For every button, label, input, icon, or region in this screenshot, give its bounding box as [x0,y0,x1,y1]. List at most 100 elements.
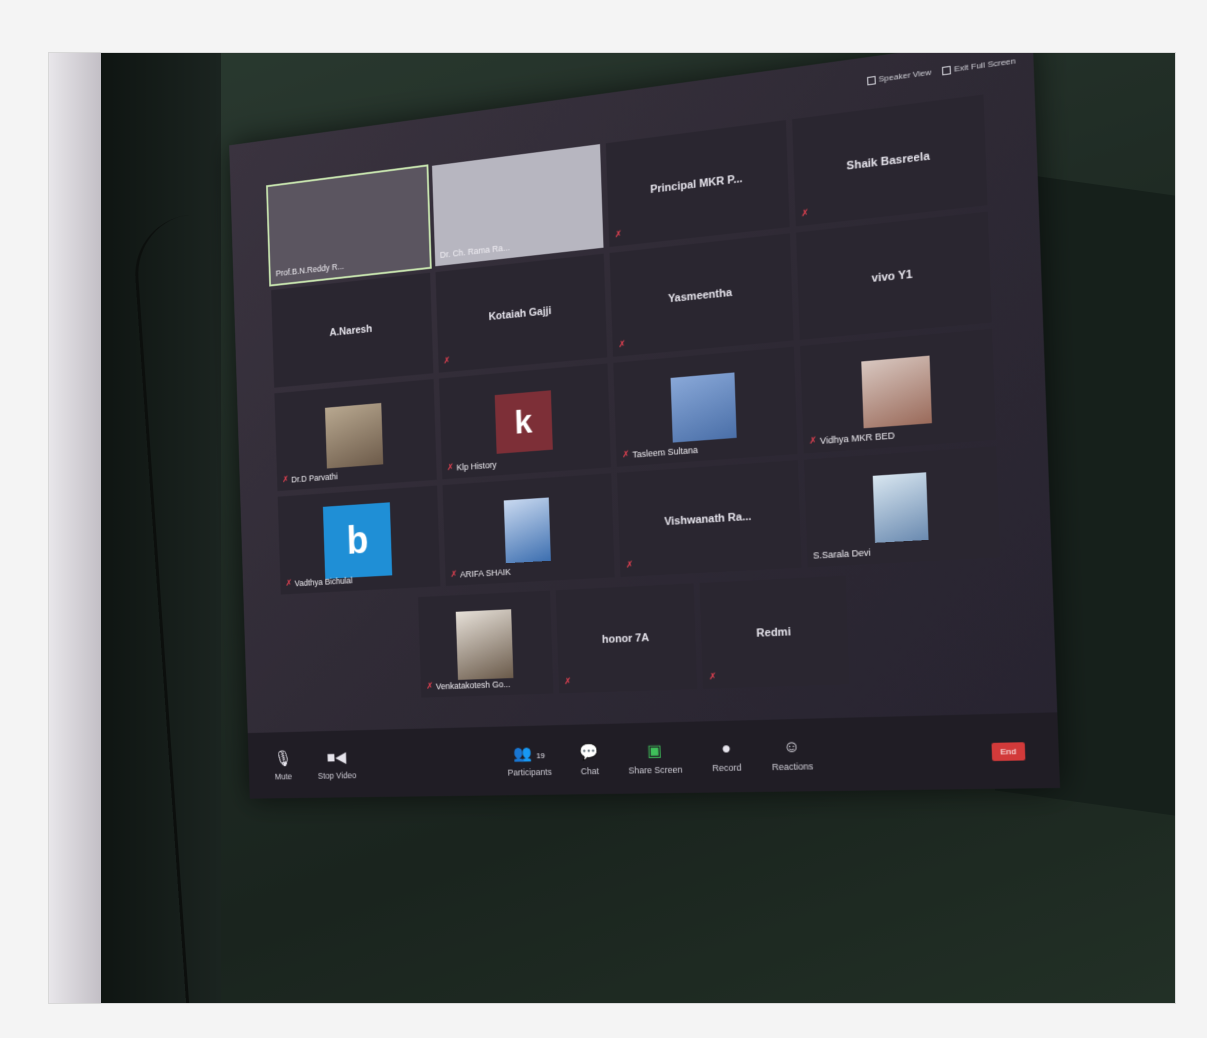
chat-button[interactable]: 💬 Chat [579,742,599,776]
participant-tile[interactable]: Dr. Ch. Rama Ra... [432,144,604,266]
participant-name: ARIFA SHAIK [460,566,511,579]
participant-photo [325,403,383,469]
participant-avatar-letter: k [494,390,552,454]
participant-name-label: ✗ Klp History [447,459,497,473]
participant-tile[interactable]: Yasmeentha ✗ [610,233,794,357]
stop-video-label: Stop Video [318,770,357,780]
wall [49,53,109,1003]
speaker-view-icon [867,75,876,84]
participant-name: Prof.B.N.Reddy R... [276,261,345,278]
participant-tile[interactable]: honor 7A ✗ [555,583,697,693]
participant-tile[interactable]: Shaik Basreela ✗ [792,94,988,226]
participant-tile[interactable]: ✗ Tasleem Sultana [613,347,797,467]
participant-avatar-letter: b [323,502,392,579]
participant-name-label: ✗ Tasleem Sultana [622,444,698,461]
participants-label: Participants [507,767,551,778]
toolbar-spacer-2 [844,751,991,754]
participant-tile[interactable]: Kotaiah Gajji ✗ [435,254,607,373]
participant-tile[interactable]: b ✗ Vadthya Bichulal [278,486,440,595]
participant-status: ✗ [709,671,717,682]
reactions-button[interactable]: ☺ Reactions [771,738,813,772]
toolbar-spacer [382,761,507,763]
mic-muted-icon: ✗ [564,676,572,687]
participant-tile[interactable]: k ✗ Klp History [439,363,611,479]
participants-count: 19 [536,751,545,760]
gallery-last-row: ✗ Venkatakotesh Go... honor 7A ✗ Redmi ✗ [418,576,849,698]
participant-name: Vidhya MKR BED [820,430,895,446]
participant-tile[interactable]: Principal MKR P... ✗ [606,120,789,247]
participant-status: ✗ [443,355,450,366]
mic-muted-icon: ✗ [618,339,626,351]
view-controls: Speaker View Exit Full Screen [867,56,1016,85]
participant-name-label: S.Sarala Devi [813,547,871,561]
participant-name-label: ✗ Venkatakotesh Go... [426,678,510,692]
participant-tile[interactable]: ✗ Vidhya MKR BED [800,329,996,454]
zoom-meeting-window: Speaker View Exit Full Screen Prof.B.N.R… [229,52,1060,799]
participant-name-center: Vishwanath Ra... [664,511,752,529]
end-meeting-button[interactable]: End [991,742,1025,761]
participant-photo [861,356,932,429]
mic-muted-icon: ✗ [443,355,450,366]
participant-name: Venkatakotesh Go... [436,679,511,691]
participant-name: Dr. Ch. Rama Ra... [440,242,510,260]
mic-muted-icon: ✗ [447,462,454,473]
participant-photo [456,609,514,680]
speaker-view-label: Speaker View [878,67,931,84]
speaker-view-button[interactable]: Speaker View [867,67,932,85]
participant-name-center: vivo Y1 [871,268,912,285]
participant-tile[interactable]: Redmi ✗ [700,576,850,689]
mic-muted-icon: ✗ [426,681,433,692]
participant-name: S.Sarala Devi [813,547,871,561]
participant-tile[interactable]: S.Sarala Devi [804,446,1001,567]
participant-status: ✗ [618,339,626,351]
exit-full-screen-button[interactable]: Exit Full Screen [942,56,1016,75]
participant-name: Dr.D Parvathi [291,471,338,484]
participant-tile[interactable]: ✗ Dr.D Parvathi [274,379,436,491]
participant-tile[interactable]: ✗ Venkatakotesh Go... [418,591,553,698]
meeting-toolbar: 🎙 Mute ■◀ Stop Video 👥 19 Participants 💬… [248,712,1060,798]
participant-status: ✗ [626,559,634,570]
record-button[interactable]: ● Record [711,740,741,773]
mic-muted-icon: ✗ [809,435,817,447]
chat-label: Chat [581,766,600,776]
share-screen-icon: ▣ [647,741,663,761]
participant-name-center: Redmi [756,626,791,640]
video-camera-icon: ■◀ [327,748,347,767]
participant-name-center: Yasmeentha [668,287,732,306]
stop-video-button[interactable]: ■◀ Stop Video [317,748,356,781]
participant-name-label: ✗ Vidhya MKR BED [809,429,895,447]
participants-icon: 👥 19 [513,743,545,763]
mic-muted-icon: ✗ [801,207,809,219]
participant-tile[interactable]: ✗ ARIFA SHAIK [442,473,615,586]
participant-photo [504,497,551,563]
participant-name: Vadthya Bichulal [294,575,352,588]
exit-full-screen-icon [942,65,951,75]
participant-name-label: Prof.B.N.Reddy R... [276,261,345,278]
mic-muted-icon: ✗ [709,671,717,682]
participant-tile[interactable]: vivo Y1 [796,212,992,340]
participant-name-center: A.Naresh [329,323,372,339]
record-icon: ● [721,740,731,759]
share-screen-button[interactable]: ▣ Share Screen [627,740,682,775]
participant-tile[interactable]: A.Naresh [271,273,433,388]
participant-status: ✗ [801,207,809,219]
participant-name-label: Dr. Ch. Rama Ra... [440,242,510,260]
gallery-grid: Prof.B.N.Reddy R... Dr. Ch. Rama Ra... Pri… [268,94,1000,594]
mic-muted-icon: ✗ [622,449,630,461]
participant-photo [671,372,737,442]
reactions-icon: ☺ [783,739,800,758]
photo-frame: Speaker View Exit Full Screen Prof.B.N.R… [48,52,1176,1004]
mic-muted-icon: ✗ [626,559,634,570]
participant-name-center: Kotaiah Gajji [488,305,551,323]
chat-icon: 💬 [579,742,599,762]
participant-status: ✗ [564,676,572,687]
participant-name-center: Principal MKR P... [650,173,743,196]
participants-button[interactable]: 👥 19 Participants [507,743,552,777]
participant-tile[interactable]: Vishwanath Ra... ✗ [617,460,801,577]
participant-name-label: ✗ ARIFA SHAIK [450,566,511,580]
participant-name-label: ✗ Dr.D Parvathi [282,471,338,485]
projection-area: Speaker View Exit Full Screen Prof.B.N.R… [179,53,1059,873]
record-label: Record [712,762,742,773]
participant-tile[interactable]: Prof.B.N.Reddy R... [268,167,430,285]
share-screen-label: Share Screen [628,765,682,776]
